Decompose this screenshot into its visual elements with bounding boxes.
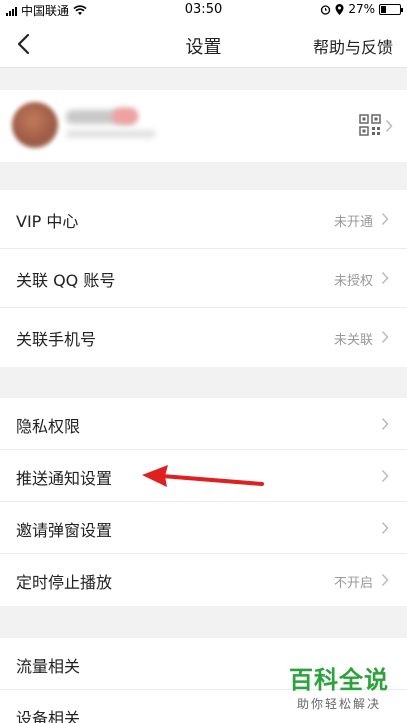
- profile-subtext-blurred: [66, 130, 156, 138]
- chevron-right-icon: [381, 573, 389, 587]
- row-value: 未开通: [333, 215, 373, 230]
- row-label: 隐私权限: [16, 417, 81, 436]
- chevron-right-icon: [381, 469, 389, 483]
- avatar: [12, 102, 58, 148]
- row-privacy-permissions[interactable]: 隐私权限: [0, 398, 407, 450]
- battery-percent: 27%: [348, 2, 375, 16]
- profile-chevron-icon: [385, 119, 393, 133]
- row-label: 邀请弹窗设置: [16, 521, 113, 540]
- row-link-qq[interactable]: 关联 QQ 账号 未授权: [0, 249, 407, 308]
- chevron-right-icon: [381, 330, 389, 344]
- chevron-right-icon: [381, 521, 389, 535]
- vip-badge-blurred: [112, 108, 138, 124]
- alarm-icon: [321, 4, 331, 15]
- row-value: 不开启: [333, 576, 373, 591]
- watermark-logo: 百科全说 助你轻松解决: [279, 660, 399, 712]
- chevron-right-icon: [381, 271, 389, 285]
- back-chevron-icon[interactable]: [10, 28, 40, 60]
- nav-bar: 设置 帮助与反馈: [0, 20, 407, 68]
- row-label: 关联手机号: [16, 330, 97, 349]
- row-link-phone[interactable]: 关联手机号 未关联: [0, 308, 407, 367]
- chevron-right-icon: [381, 417, 389, 431]
- row-label: VIP 中心: [16, 212, 79, 231]
- qr-code-icon[interactable]: [359, 114, 381, 136]
- status-right: 27%: [320, 2, 403, 16]
- row-label: 设备相关: [16, 709, 81, 723]
- row-value: 未关联: [333, 333, 373, 348]
- privacy-notification-group: 隐私权限 推送通知设置 邀请弹窗设置 定时停止播放 不开启: [0, 398, 407, 606]
- row-value: 未授权: [333, 274, 373, 289]
- location-icon: [335, 3, 344, 15]
- row-vip-center[interactable]: VIP 中心 未开通: [0, 190, 407, 249]
- profile-card[interactable]: [0, 90, 407, 162]
- row-label: 关联 QQ 账号: [16, 271, 116, 290]
- status-bar: 中国联通 03:50 27%: [0, 0, 407, 20]
- row-sleep-timer[interactable]: 定时停止播放 不开启: [0, 554, 407, 606]
- help-feedback-button[interactable]: 帮助与反馈: [313, 34, 393, 58]
- chevron-right-icon: [381, 212, 389, 226]
- red-arrow-annotation: [142, 465, 264, 487]
- account-settings-group: VIP 中心 未开通 关联 QQ 账号 未授权 关联手机号 未关联: [0, 190, 407, 367]
- row-invite-popup-settings[interactable]: 邀请弹窗设置: [0, 502, 407, 554]
- row-label: 流量相关: [16, 657, 81, 676]
- watermark-sub-text: 助你轻松解决: [296, 697, 381, 711]
- battery-icon: [379, 3, 403, 15]
- row-label: 定时停止播放: [16, 573, 113, 592]
- row-label: 推送通知设置: [16, 469, 113, 488]
- watermark-main-text: 百科全说: [289, 666, 389, 694]
